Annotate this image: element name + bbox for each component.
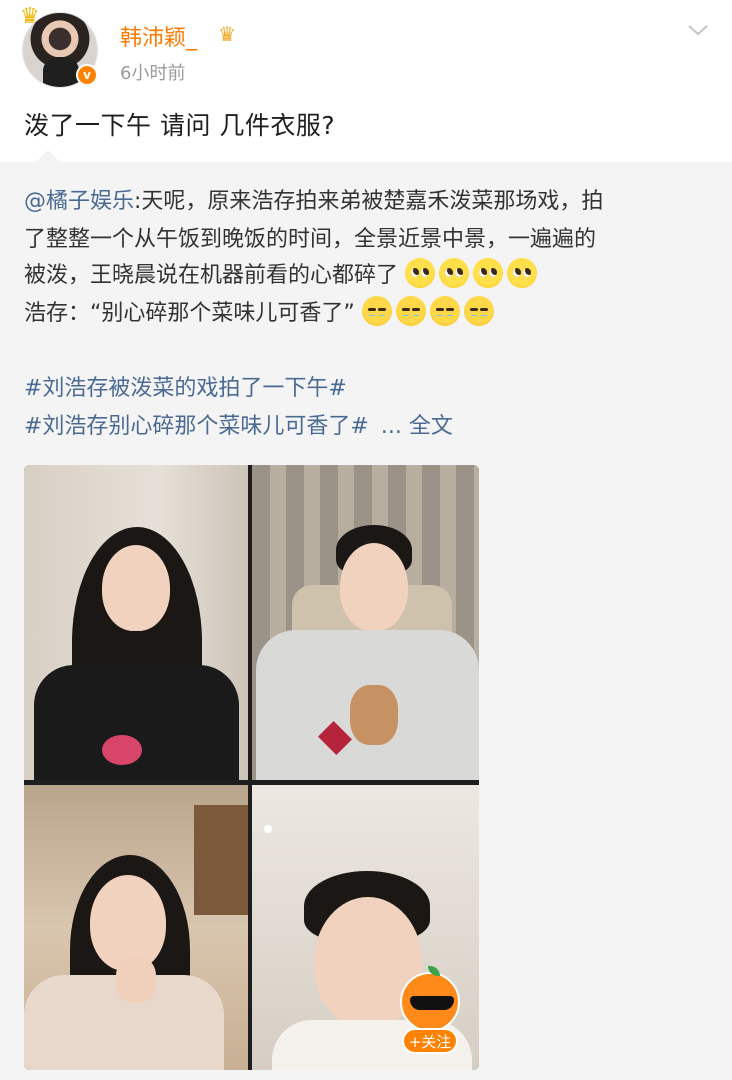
repost-text-3: 被泼，王晓晨说在机器前看的心都碎了: [24, 263, 399, 288]
video-tile-top-left: [24, 465, 248, 780]
hashtag-link-1[interactable]: #刘浩存被泼菜的戏拍了一下午#: [24, 370, 347, 402]
crying-emoji-icon: [361, 296, 392, 326]
verified-icon: v: [76, 64, 98, 86]
orange-mascot-icon: [400, 966, 460, 1032]
post-text: 泼了一下午 请问 几件衣服?: [24, 111, 336, 140]
hashtag-row-2: #刘浩存别心碎那个菜味儿可香了# ... 全文: [24, 408, 453, 440]
post-timestamp: 6小时前: [120, 63, 186, 84]
teary-eyes-emoji-icon: [439, 258, 470, 288]
follow-button[interactable]: +关注: [400, 966, 462, 1056]
repost-line-2: 了整整一个从午饭到晚饭的时间，全景近景中景，一遍遍的: [24, 227, 597, 252]
follow-label[interactable]: +关注: [402, 1028, 458, 1054]
repost-line-4: 浩存：“别心碎那个菜味儿可香了”: [24, 296, 498, 332]
avatar[interactable]: ♛ v: [20, 4, 98, 88]
crying-emoji-icon: [395, 296, 426, 326]
vip-crown-icon: ♛: [218, 22, 236, 46]
chevron-down-icon[interactable]: [686, 18, 710, 42]
repost-line-1: @橘子娱乐:天呢，原来浩存拍来弟被楚嘉禾泼菜那场戏，拍: [24, 184, 603, 220]
hashtag-link-2[interactable]: #刘浩存别心碎那个菜味儿可香了#: [24, 414, 369, 439]
repost-text-4: 浩存：“别心碎那个菜味儿可香了”: [24, 301, 355, 326]
repost-notch: [36, 150, 60, 162]
repost-text-1: :天呢，原来浩存拍来弟被楚嘉禾泼菜那场戏，拍: [134, 189, 604, 214]
teary-eyes-emoji-icon: [473, 258, 504, 288]
full-text-link[interactable]: ... 全文: [381, 414, 453, 439]
crying-emoji-icon: [429, 296, 460, 326]
video-tile-bottom-left: [24, 785, 248, 1070]
mention-link[interactable]: @橘子娱乐: [24, 189, 134, 214]
username[interactable]: 韩沛颖_: [120, 20, 197, 52]
teary-eyes-emoji-icon: [507, 258, 538, 288]
teary-eyes-emoji-icon: [405, 258, 436, 288]
crying-emoji-icon: [463, 296, 494, 326]
weibo-post: ♛ v 韩沛颖_ ♛ 6小时前 泼了一下午 请问 几件衣服? @橘子娱乐:天呢，…: [0, 0, 732, 1080]
repost-line-3: 被泼，王晓晨说在机器前看的心都碎了: [24, 258, 541, 294]
crown-icon: ♛: [20, 4, 40, 29]
video-tile-top-right: [252, 465, 479, 780]
post-header: ♛ v 韩沛颖_ ♛ 6小时前 泼了一下午 请问 几件衣服?: [0, 0, 732, 160]
